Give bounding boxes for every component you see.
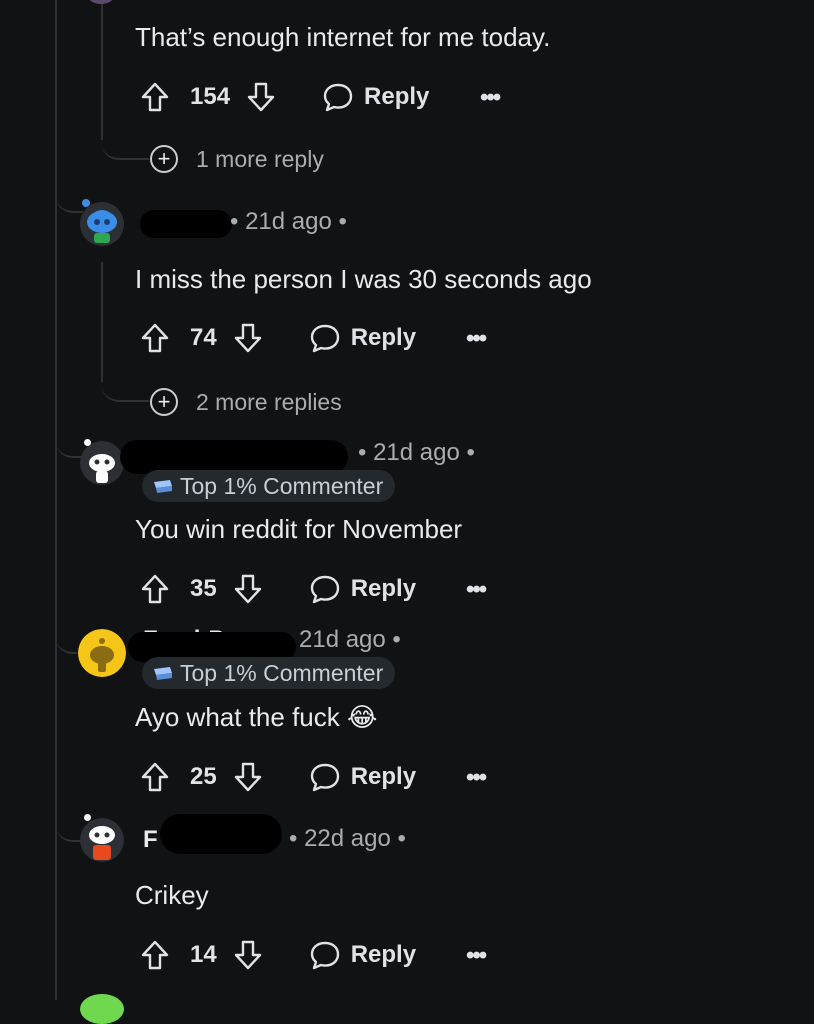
comment-actions: 74 Reply <box>140 318 416 358</box>
comment-text: I miss the person I was 30 seconds ago <box>135 264 592 294</box>
reply-button[interactable]: Reply <box>322 82 429 112</box>
comment-actions: 35 Reply <box>140 569 416 609</box>
more-replies-link[interactable]: + 1 more reply <box>150 145 324 173</box>
vote-count: 154 <box>190 83 231 110</box>
comment-actions: 14 Reply <box>140 935 416 975</box>
downvote-arrow-icon[interactable] <box>233 939 263 971</box>
reply-label: Reply <box>350 324 417 351</box>
avatar-dot <box>84 814 91 821</box>
partial-avatar-bottom <box>80 994 124 1024</box>
comment-age: • 21d ago • <box>230 208 347 235</box>
username-partial: F <box>143 826 158 853</box>
vote-count: 35 <box>190 575 217 602</box>
thread-curve-to-comment-4 <box>55 636 77 654</box>
reply-button[interactable]: Reply <box>309 940 416 970</box>
thread-curve-to-comment-2 <box>55 195 83 213</box>
commenter-badge: Top 1% Commenter <box>142 657 396 689</box>
more-options-button[interactable]: ••• <box>466 576 487 604</box>
more-options-button[interactable]: ••• <box>466 325 487 353</box>
avatar[interactable] <box>80 441 124 485</box>
vote-count: 74 <box>190 324 217 351</box>
badge-label: Top 1% Commenter <box>180 472 384 499</box>
reply-label: Reply <box>364 83 430 110</box>
comment-text: Crikey <box>135 880 209 910</box>
avatar-dot <box>84 439 91 446</box>
downvote-arrow-icon[interactable] <box>233 761 263 793</box>
speech-bubble-icon <box>323 83 353 112</box>
comment-age: • 21d ago • <box>358 439 475 466</box>
badge-label: Top 1% Commenter <box>180 659 384 686</box>
comment-age: • 22d ago • <box>289 825 406 852</box>
vote-count: 25 <box>190 763 217 790</box>
comment-actions: 154 Reply <box>140 77 429 117</box>
avatar-dot <box>82 199 90 207</box>
upvote-arrow-icon[interactable] <box>140 761 170 793</box>
plus-circle-icon: + <box>150 145 178 173</box>
reply-label: Reply <box>350 763 417 790</box>
more-replies-link[interactable]: + 2 more replies <box>150 388 342 416</box>
thread-line-main <box>55 0 57 1000</box>
avatar[interactable] <box>78 629 126 677</box>
commenter-badge-icon <box>154 480 172 493</box>
downvote-arrow-icon[interactable] <box>233 573 263 605</box>
upvote-arrow-icon[interactable] <box>140 939 170 971</box>
speech-bubble-icon <box>310 324 339 353</box>
reply-label: Reply <box>350 941 417 968</box>
thread-curve-to-comment-3 <box>55 440 83 458</box>
more-options-button[interactable]: ••• <box>480 84 501 112</box>
commenter-badge-icon <box>154 667 172 680</box>
more-replies-label: 1 more reply <box>196 145 324 172</box>
plus-circle-icon: + <box>150 388 178 416</box>
comment-text: That’s enough internet for me today. <box>135 22 551 52</box>
upvote-arrow-icon[interactable] <box>140 322 170 354</box>
avatar[interactable] <box>80 818 124 862</box>
thread-curve-comment-1 <box>101 120 149 160</box>
more-options-button[interactable]: ••• <box>466 764 487 792</box>
downvote-arrow-icon[interactable] <box>246 81 276 113</box>
thread-curve-to-comment-5 <box>55 824 83 842</box>
username-redacted <box>120 440 348 474</box>
speech-bubble-icon <box>310 575 339 604</box>
comment-age: 21d ago • <box>299 626 401 653</box>
avatar[interactable] <box>80 202 124 246</box>
username-redacted <box>160 814 282 854</box>
vote-count: 14 <box>190 941 217 968</box>
reply-label: Reply <box>350 575 417 602</box>
upvote-arrow-icon[interactable] <box>140 81 170 113</box>
speech-bubble-icon <box>310 763 339 792</box>
reply-button[interactable]: Reply <box>309 762 416 792</box>
comment-text: Ayo what the fuck 😂 <box>135 702 378 732</box>
speech-bubble-icon <box>310 941 339 970</box>
reply-button[interactable]: Reply <box>309 323 416 353</box>
more-replies-label: 2 more replies <box>196 388 342 415</box>
more-options-button[interactable]: ••• <box>466 942 487 970</box>
username-redacted <box>140 210 232 238</box>
thread-curve-comment-2 <box>101 362 149 402</box>
reply-button[interactable]: Reply <box>309 574 416 604</box>
upvote-arrow-icon[interactable] <box>140 573 170 605</box>
comment-actions: 25 Reply <box>140 757 416 797</box>
comment-text: You win reddit for November <box>135 514 463 544</box>
partial-avatar-top <box>88 0 114 4</box>
commenter-badge: Top 1% Commenter <box>142 470 396 502</box>
thread-line-comment-1 <box>101 0 103 140</box>
downvote-arrow-icon[interactable] <box>233 322 263 354</box>
